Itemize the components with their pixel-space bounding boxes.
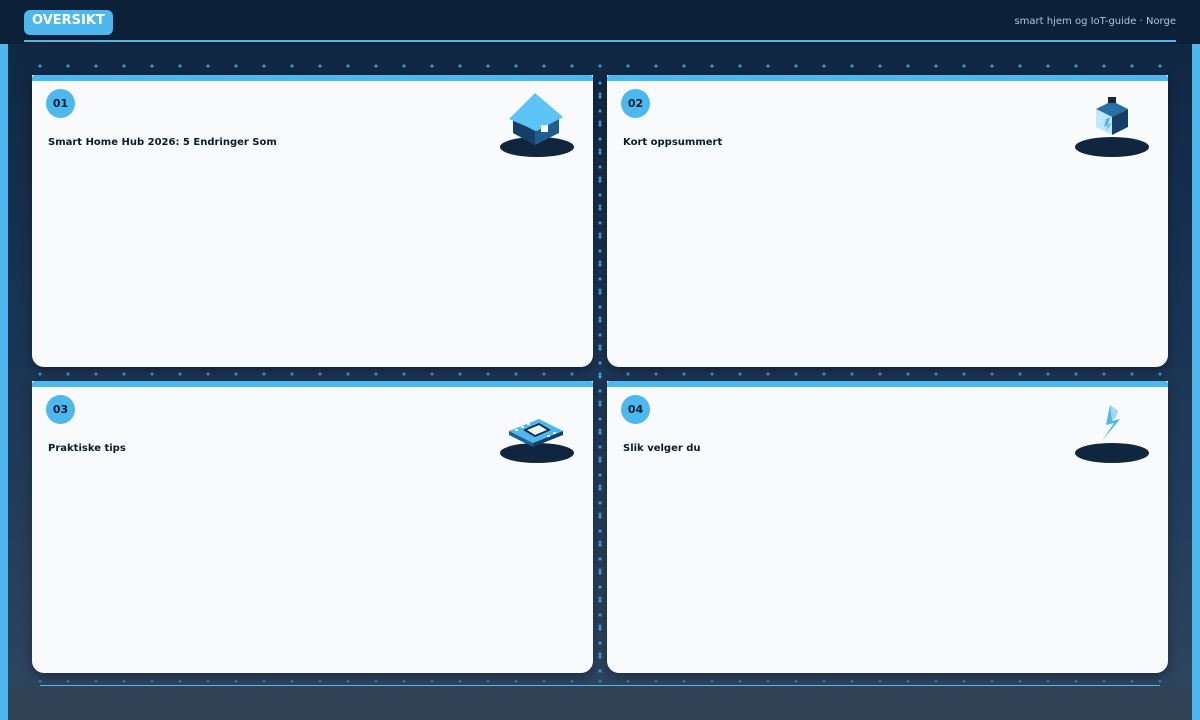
header-bar: OVERSIKT smart hjem og IoT-guide · Norge [0,0,1200,44]
right-edge-bar [1192,0,1200,720]
card-title: Praktiske tips [48,443,126,454]
page-title-badge: OVERSIKT [24,10,113,35]
card-title: Smart Home Hub 2026: 5 Endringer Som [48,137,277,148]
header-divider [24,40,1176,42]
card-title: Kort oppsummert [623,137,723,148]
footer-bar [8,686,1192,720]
left-edge-bar [0,0,8,720]
site-subtitle: smart hjem og IoT-guide · Norge [1014,16,1176,27]
overview-card-4[interactable]: 04 Slik velger du [607,381,1168,673]
dot-column-divider [598,76,602,676]
card-number: 03 [46,395,75,424]
overview-card-2[interactable]: 02 Kort oppsummert [607,75,1168,367]
overview-card-1[interactable]: 01 Smart Home Hub 2026: 5 Endringer Som [32,75,593,367]
card-number: 01 [46,89,75,118]
overview-card-3[interactable]: 03 Praktiske tips [32,381,593,673]
house-icon [500,93,574,157]
card-number: 04 [621,395,650,424]
lightning-icon [1075,405,1149,463]
card-number: 02 [621,89,650,118]
card-title: Slik velger du [623,443,701,454]
cube-icon [1075,97,1149,157]
chip-icon [500,419,574,463]
